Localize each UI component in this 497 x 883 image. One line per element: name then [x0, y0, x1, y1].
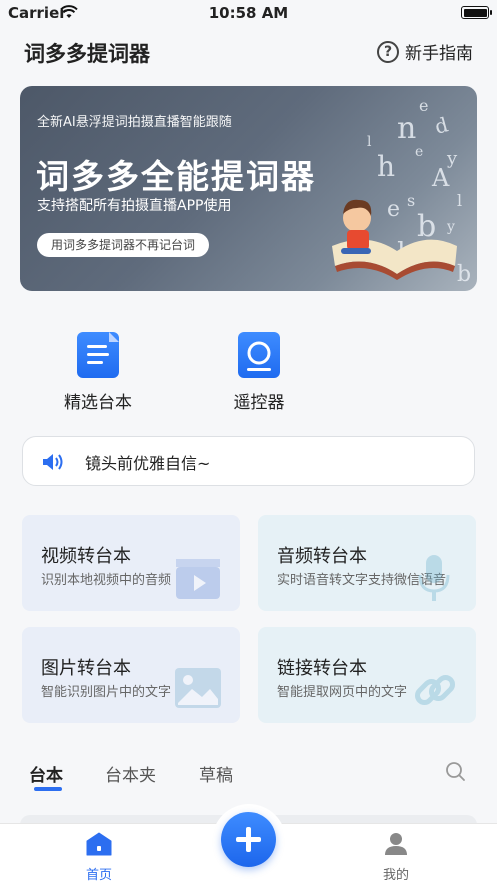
tabbar-label: 我的: [382, 868, 409, 883]
notice-bar[interactable]: 镜头前优雅自信~: [22, 436, 475, 486]
help-icon: ?: [377, 40, 399, 63]
status-time: 10:58 AM: [208, 4, 289, 22]
search-icon[interactable]: [445, 761, 467, 783]
card-link-to-script[interactable]: 链接转台本 智能提取网页中的文字: [258, 627, 476, 723]
banner-pill: 用词多多提词器不再记台词: [37, 233, 210, 257]
home-icon: [86, 832, 112, 856]
tab-script-folders[interactable]: 台本夹: [105, 761, 156, 786]
status-bar: Carrier 10:58 AM: [0, 0, 497, 26]
svg-text:l: l: [367, 134, 372, 150]
image-icon: [175, 668, 221, 708]
card-title: 视频转台本: [41, 546, 131, 567]
banner-subtitle: 全新AI悬浮提词拍摄直播智能跟随: [37, 115, 232, 130]
speaker-icon: [41, 452, 65, 476]
app-header: 词多多提词器 ? 新手指南: [0, 26, 497, 76]
svg-text:n: n: [397, 111, 416, 146]
document-icon: [77, 332, 119, 378]
svg-text:e: e: [419, 96, 428, 115]
svg-text:e: e: [387, 197, 400, 222]
microphone-icon: [418, 555, 450, 601]
card-title: 链接转台本: [277, 658, 367, 679]
card-subtitle: 识别本地视频中的音频: [41, 573, 172, 588]
add-script-button[interactable]: [221, 812, 276, 867]
app-title: 词多多提词器: [24, 42, 150, 66]
notice-text: 镜头前优雅自信~: [85, 454, 211, 473]
shortcut-featured-scripts[interactable]: 精选台本: [53, 332, 143, 413]
card-audio-to-script[interactable]: 音频转台本 实时语音转文字支持微信语音: [258, 515, 476, 611]
profile-icon: [385, 833, 407, 855]
active-tab-indicator: [34, 787, 62, 791]
shortcut-label: 遥控器: [233, 393, 285, 413]
reading-boy-illustration: e n d e y h A l s e b y h e b l: [332, 96, 471, 287]
content-tabs: 台本 台本夹 草稿: [0, 755, 497, 800]
shortcut-remote[interactable]: 遥控器: [214, 332, 304, 413]
guide-button[interactable]: ? 新手指南: [377, 39, 473, 64]
promo-banner[interactable]: 全新AI悬浮提词拍摄直播智能跟随 词多多全能提词器 支持搭配所有拍摄直播APP使…: [20, 86, 477, 291]
link-icon: [414, 674, 456, 706]
svg-text:s: s: [407, 191, 415, 210]
svg-text:h: h: [377, 150, 395, 183]
card-title: 图片转台本: [41, 658, 131, 679]
svg-text:e: e: [415, 144, 423, 160]
card-title: 音频转台本: [277, 546, 367, 567]
tab-drafts[interactable]: 草稿: [199, 761, 233, 786]
svg-text:A: A: [431, 164, 450, 192]
card-image-to-script[interactable]: 图片转台本 智能识别图片中的文字: [22, 627, 240, 723]
svg-text:l: l: [457, 191, 462, 210]
battery-icon: [461, 6, 492, 19]
svg-text:d: d: [432, 112, 451, 139]
tabbar-label: 首页: [85, 868, 112, 883]
banner-title: 词多多全能提词器: [36, 157, 316, 196]
card-subtitle: 智能提取网页中的文字: [277, 685, 408, 700]
card-subtitle: 智能识别图片中的文字: [41, 685, 172, 700]
remote-icon: [238, 332, 280, 378]
card-video-to-script[interactable]: 视频转台本 识别本地视频中的音频: [22, 515, 240, 611]
tab-scripts[interactable]: 台本: [29, 761, 63, 786]
svg-text:b: b: [417, 209, 436, 244]
video-icon: [176, 559, 220, 599]
svg-text:y: y: [446, 219, 455, 235]
tabbar-home[interactable]: 首页: [59, 832, 139, 883]
tabbar-profile[interactable]: 我的: [356, 832, 436, 883]
svg-text:b: b: [457, 262, 471, 287]
shortcut-label: 精选台本: [64, 393, 132, 413]
guide-label: 新手指南: [405, 44, 473, 64]
banner-description: 支持搭配所有拍摄直播APP使用: [37, 198, 232, 214]
